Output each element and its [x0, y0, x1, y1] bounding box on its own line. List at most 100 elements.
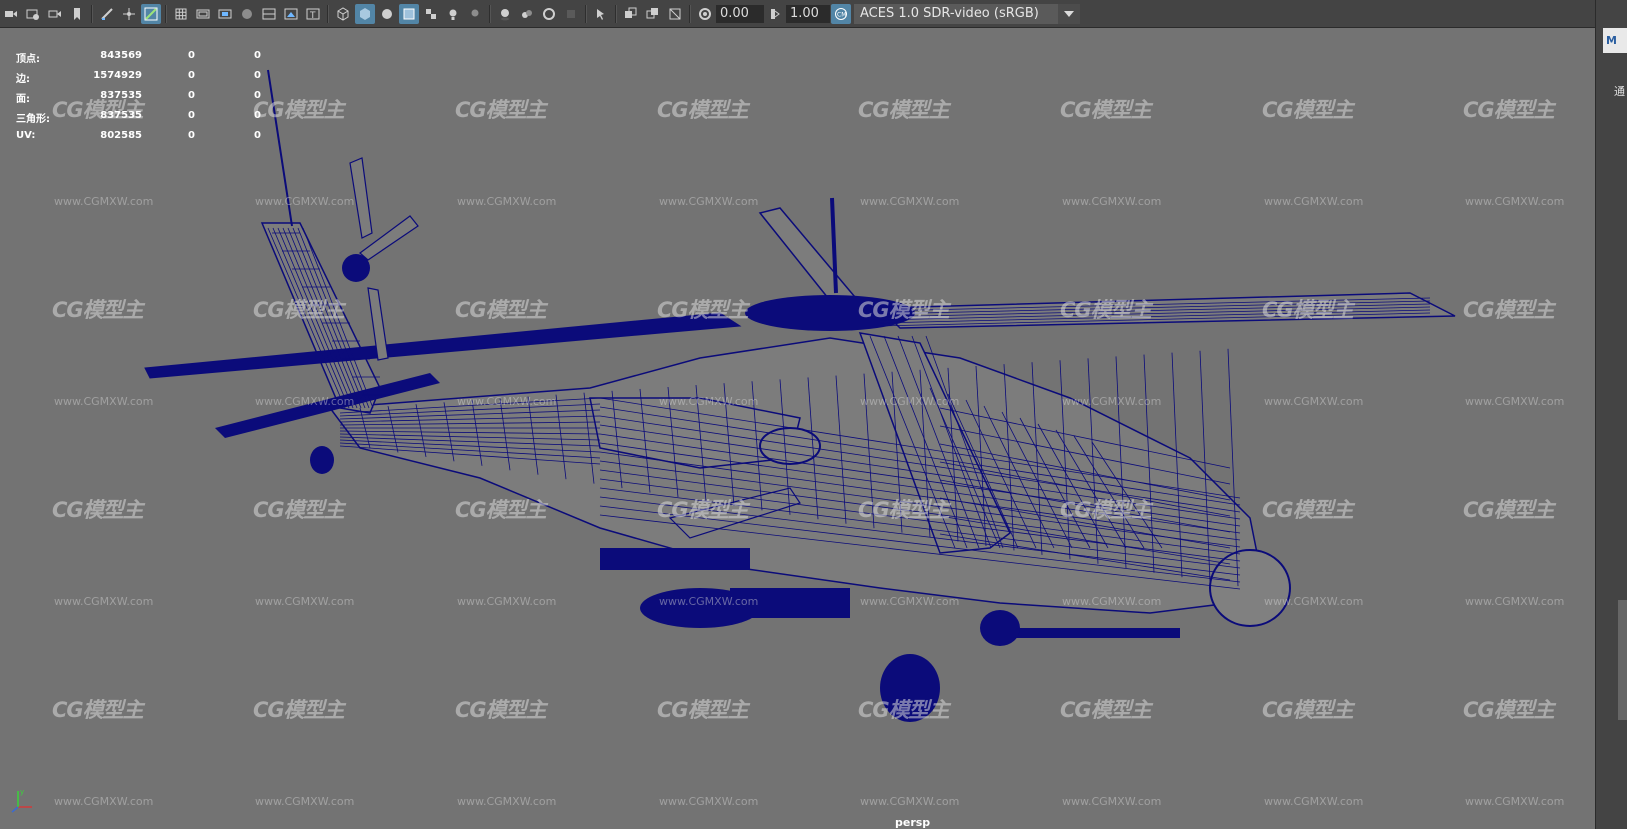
right-side-panel: M 通	[1595, 0, 1627, 829]
missile-rack	[600, 548, 750, 570]
color-space-value: ACES 1.0 SDR-video (sRGB)	[860, 5, 1039, 21]
hud-stat-label: 边:	[16, 74, 30, 85]
grease-pencil-icon	[101, 7, 113, 20]
wireframe-icon	[337, 6, 349, 21]
exposure-icon	[699, 7, 711, 20]
lights-icon	[449, 9, 457, 20]
exposure-field[interactable]: 0.00	[716, 4, 764, 23]
hud-stat-value: 0	[188, 130, 195, 141]
tail-rotor-hub	[342, 254, 370, 282]
image-plane-icon	[26, 9, 39, 20]
fuselage	[328, 337, 1261, 614]
isolate-select-icon	[597, 8, 604, 20]
hud-stat-value: 843569	[100, 50, 142, 61]
panel-tab-label[interactable]: 通	[1614, 83, 1625, 99]
move-button[interactable]	[119, 4, 139, 24]
hud-stat-value: 0	[254, 50, 261, 61]
grid-button[interactable]	[171, 4, 191, 24]
hud-stat-value: 0	[254, 110, 261, 121]
select-camera-button[interactable]	[1, 4, 21, 24]
lights-button[interactable]	[443, 4, 463, 24]
shadows-icon	[471, 9, 479, 16]
field-chart-button[interactable]	[259, 4, 279, 24]
svg-text:y: y	[20, 788, 24, 796]
viewport-toolbar: T 0.00 1.00 CM ACES 1.0 SDR-video (sRGB)	[0, 0, 1595, 28]
motion-blur-icon	[522, 9, 532, 18]
paint-button[interactable]	[141, 3, 161, 24]
panel-toggle-button[interactable]: M	[1603, 28, 1627, 53]
rotor-blade-left	[144, 312, 742, 379]
hud-stat-value: 0	[188, 90, 195, 101]
xray-components-icon	[669, 8, 681, 19]
axis-gizmo-icon: y	[11, 788, 32, 813]
isolate-select-button[interactable]	[591, 4, 611, 24]
gamma-icon	[771, 8, 780, 19]
hud-stat-value: 0	[188, 70, 195, 81]
anti-alias-icon	[543, 7, 555, 20]
hud-stat-value: 1574929	[93, 70, 142, 81]
paint-icon	[144, 7, 158, 20]
xray-button[interactable]	[621, 4, 641, 24]
hud-stat-value: 837535	[100, 90, 142, 101]
hud-row: 边: 1574929 0 0	[16, 70, 276, 90]
color-space-dropdown[interactable]: ACES 1.0 SDR-video (sRGB)	[854, 3, 1080, 24]
image-plane-button[interactable]	[23, 4, 43, 24]
default-material-icon	[382, 8, 392, 19]
smooth-shade-button[interactable]	[355, 3, 375, 24]
poly-count-hud: 顶点: 843569 0 0 边: 1574929 0 0 面: 837535 0 0 三角形: 8375…	[16, 50, 276, 150]
bookmark-button[interactable]	[67, 4, 87, 24]
resolution-gate-button[interactable]	[215, 4, 235, 24]
camera-attributes-button[interactable]	[45, 4, 65, 24]
grease-pencil-button[interactable]	[97, 4, 117, 24]
color-management-button[interactable]: CM	[831, 3, 851, 24]
toolbar-separator	[585, 4, 587, 23]
toolbar-separator	[327, 4, 329, 23]
hud-stat-label: 面:	[16, 94, 30, 105]
wireframe-on-shaded-icon	[403, 8, 415, 19]
xray-components-button[interactable]	[665, 4, 685, 24]
xray-joints-button[interactable]	[643, 4, 663, 24]
xray-checker-button[interactable]	[421, 4, 441, 24]
toolbar-separator	[615, 4, 617, 23]
exposure-button[interactable]	[695, 4, 715, 24]
resolution-gate-icon	[218, 9, 232, 18]
field-chart-icon	[262, 8, 276, 19]
safe-title-button[interactable]: T	[303, 4, 323, 24]
safe-action-icon	[284, 8, 298, 19]
shadows-button[interactable]	[465, 4, 485, 24]
toolbar-separator	[689, 4, 691, 23]
gamma-field[interactable]: 1.00	[786, 4, 830, 23]
wireframe-button[interactable]	[333, 4, 353, 24]
gamma-button[interactable]	[765, 4, 785, 24]
perspective-viewport[interactable]: CG模型主 www.CGMXW.com CG模型主 www.CGMXW.com CG模型…	[0, 28, 1595, 829]
grid-icon	[175, 8, 187, 19]
safe-action-button[interactable]	[281, 4, 301, 24]
main-wheel	[980, 610, 1020, 646]
hud-stat-value: 802585	[100, 130, 142, 141]
smooth-shade-icon	[360, 7, 370, 20]
xray-checker-icon	[426, 8, 436, 19]
color-management-icon: CM	[835, 7, 847, 20]
tail-rotor-blade	[349, 157, 373, 239]
depth-of-field-button[interactable]	[561, 4, 581, 24]
anti-alias-button[interactable]	[539, 4, 559, 24]
maya-window: T 0.00 1.00 CM ACES 1.0 SDR-video (sRGB)	[0, 0, 1627, 829]
hud-stat-value: 0	[188, 110, 195, 121]
motion-blur-button[interactable]	[517, 4, 537, 24]
toolbar-separator	[91, 4, 93, 23]
hud-stat-value: 837535	[100, 110, 142, 121]
move-icon	[123, 7, 135, 20]
main-wheel	[880, 654, 940, 722]
tail-wheel	[310, 446, 334, 474]
wireframe-on-shaded-button[interactable]	[399, 3, 419, 24]
hud-row: 三角形: 837535 0 0	[16, 110, 276, 130]
panel-scrollbar[interactable]	[1618, 600, 1627, 720]
film-gate-button[interactable]	[193, 4, 213, 24]
xray-joints-icon	[646, 7, 658, 18]
hud-row: 面: 837535 0 0	[16, 90, 276, 110]
hud-stat-label: 顶点:	[16, 54, 40, 65]
gate-mask-button[interactable]	[237, 4, 257, 24]
default-material-button[interactable]	[377, 4, 397, 24]
hud-row: UV: 802585 0 0	[16, 130, 276, 150]
ambient-occlusion-button[interactable]	[495, 4, 515, 24]
